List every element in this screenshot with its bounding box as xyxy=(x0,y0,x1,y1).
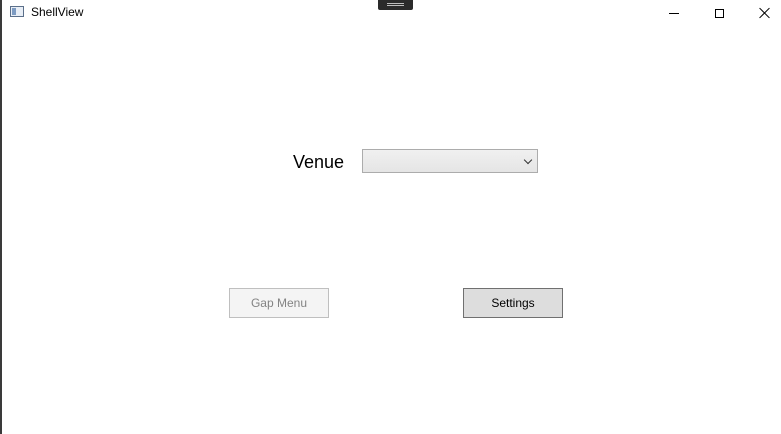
chevron-down-icon xyxy=(523,155,533,165)
maximize-button[interactable] xyxy=(696,0,742,26)
title-bar[interactable]: ShellView xyxy=(2,0,781,26)
settings-button[interactable]: Settings xyxy=(463,288,563,318)
drag-handle-icon[interactable] xyxy=(378,0,413,10)
gap-menu-button[interactable]: Gap Menu xyxy=(229,288,329,318)
shell-window: ShellView Venue Gap Menu Settings xyxy=(0,0,781,434)
window-title: ShellView xyxy=(31,5,84,19)
minimize-icon xyxy=(669,12,679,14)
close-button[interactable] xyxy=(742,0,781,26)
venue-label: Venue xyxy=(293,152,345,172)
app-icon xyxy=(10,6,24,17)
maximize-icon xyxy=(714,8,724,18)
venue-combobox[interactable] xyxy=(362,149,538,173)
minimize-button[interactable] xyxy=(651,0,697,26)
close-icon xyxy=(759,7,771,19)
